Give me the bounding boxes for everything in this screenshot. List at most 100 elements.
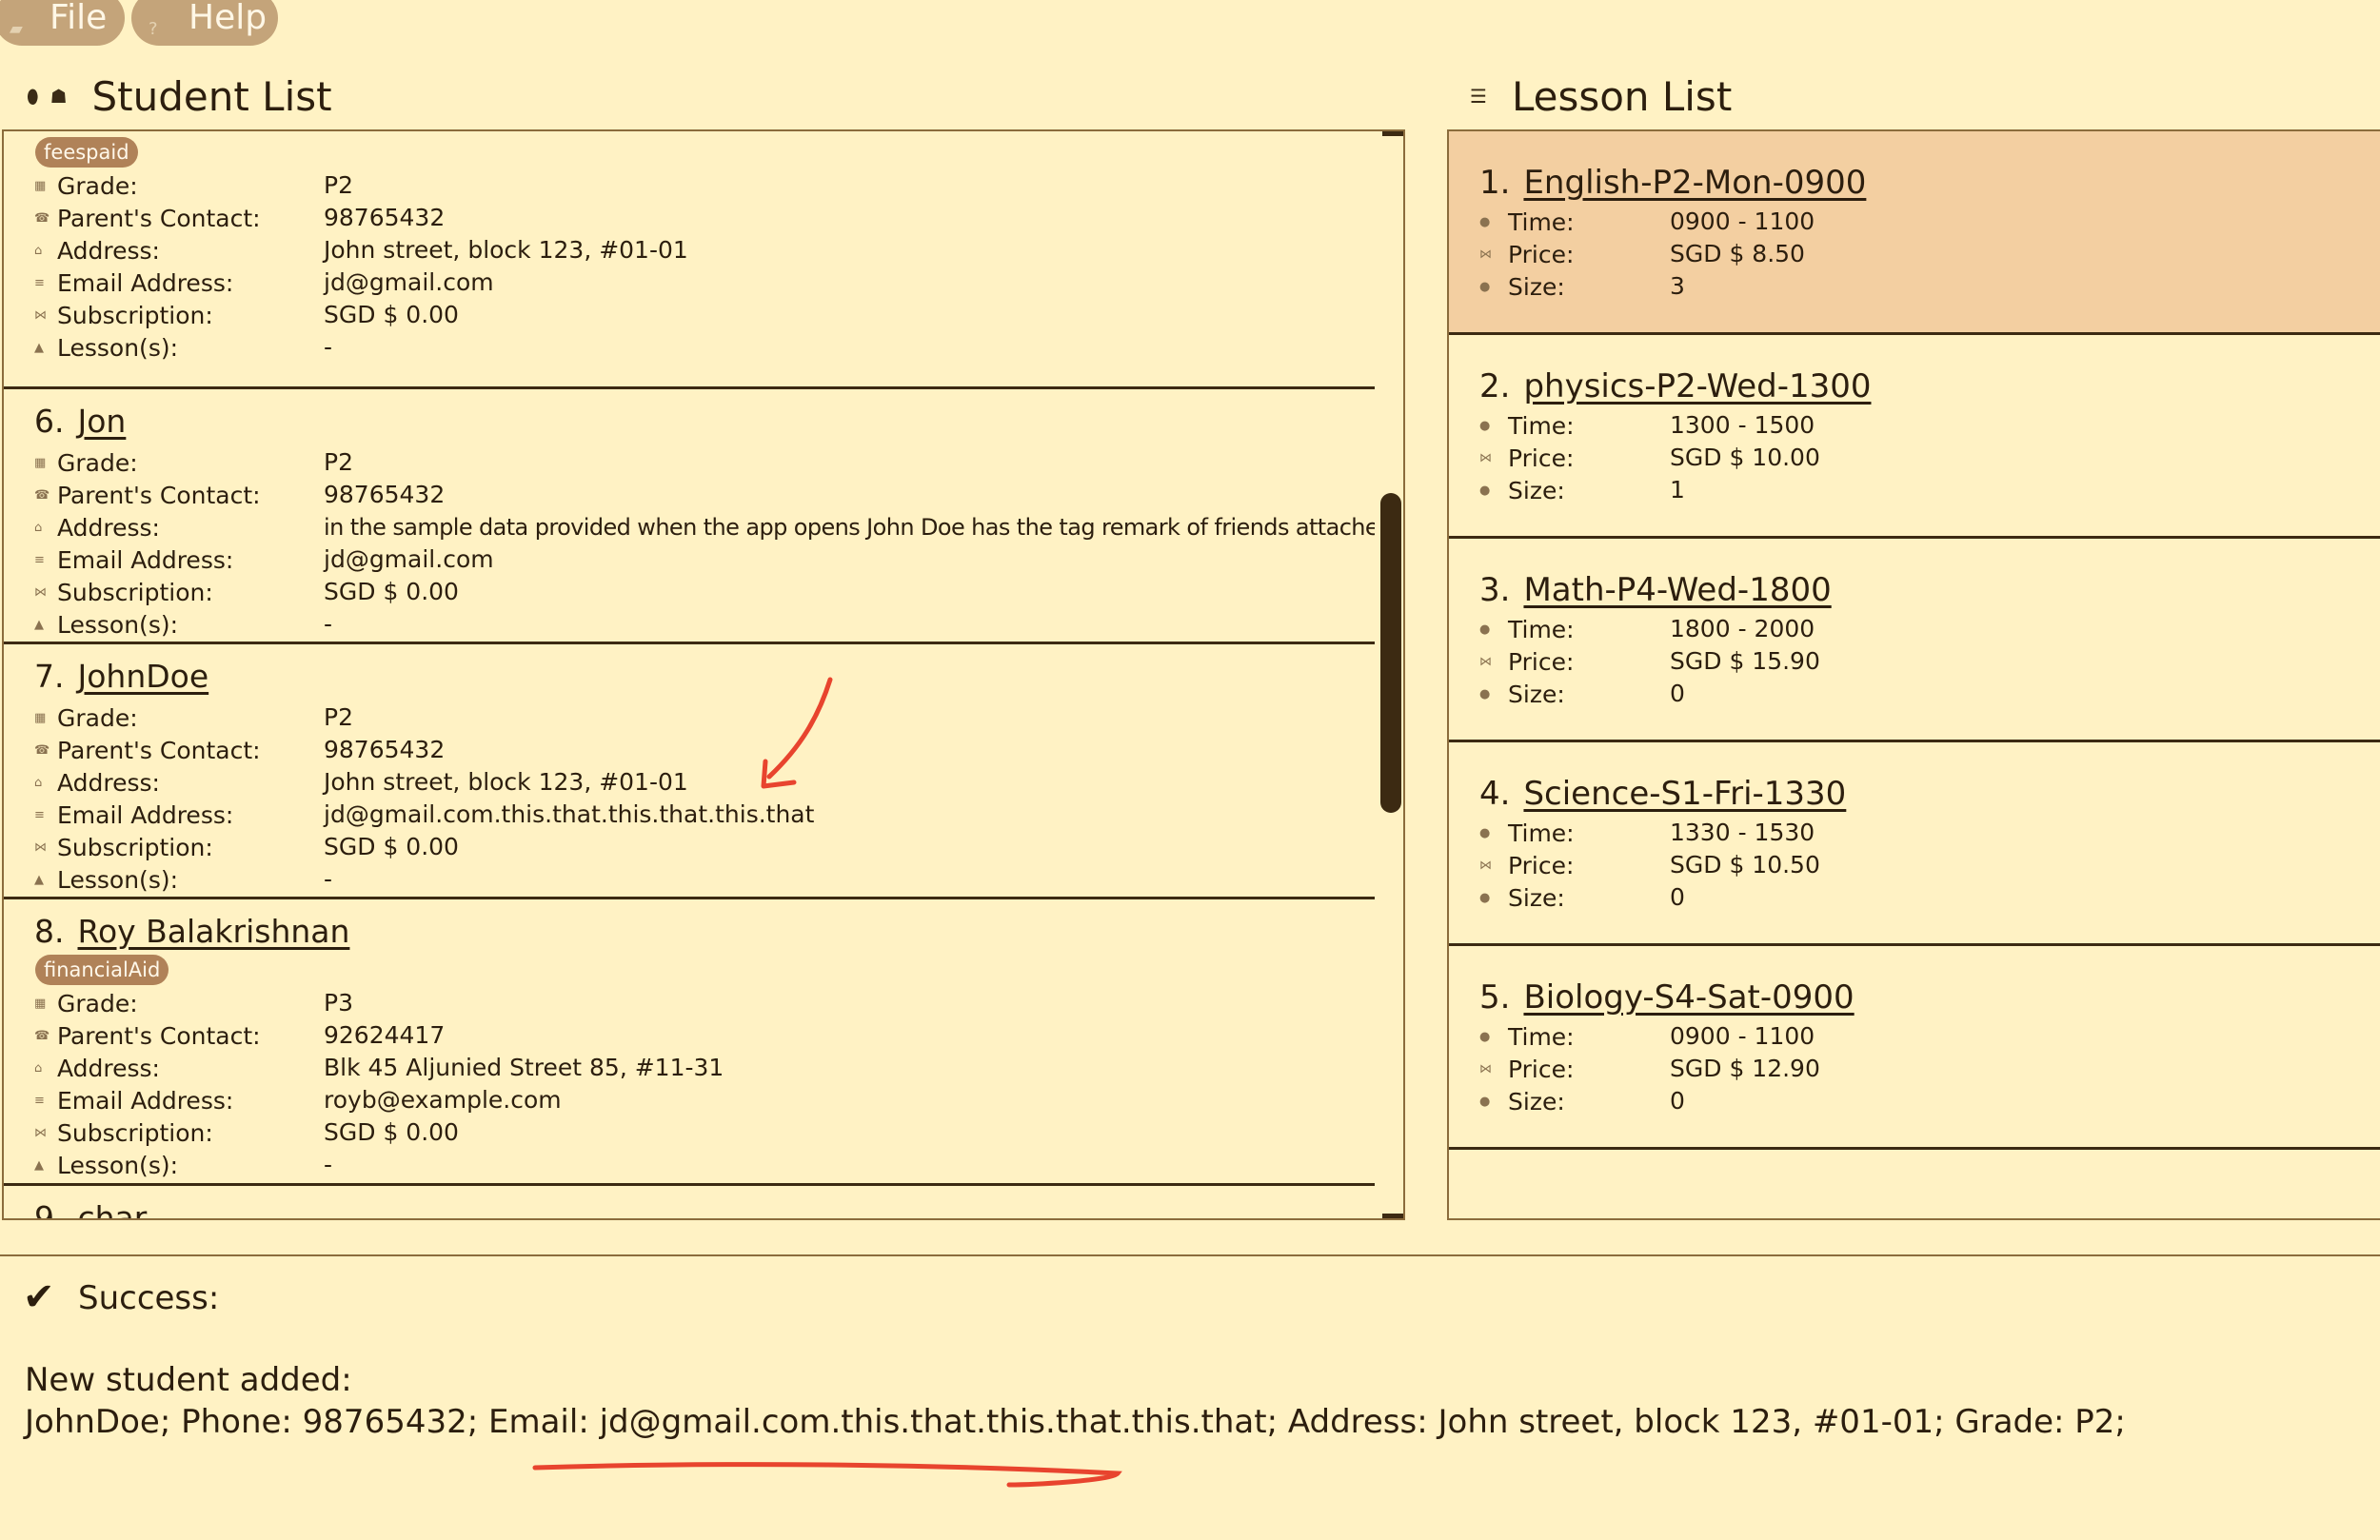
lessons-row: ▲ Lesson(s): -: [34, 1149, 332, 1181]
address-row: ⌂ Address: John street, block 123, #01-01: [34, 766, 688, 799]
time-row: ● Time: 1800 - 2000: [1479, 613, 1815, 645]
student-card[interactable]: 7. JohnDoe ▦ Grade: P2 ☎ Parent's Contact: 98…: [4, 644, 1375, 899]
money-icon: ⋈: [34, 1126, 47, 1140]
grade-row: ▦ Grade: P2: [34, 701, 353, 734]
money-icon: ⋈: [34, 585, 47, 600]
student-tag: financialAid: [35, 955, 169, 985]
student-card-header: 9. char: [34, 1199, 148, 1220]
grade-row: ▦ Grade: P3: [34, 987, 353, 1019]
jar-icon: ⬮: [27, 85, 39, 108]
time-row: ● Time: 0900 - 1100: [1479, 206, 1815, 238]
contact-row: ☎ Parent's Contact: 98765432: [34, 479, 445, 511]
email-row: ≡ Email Address: royb@example.com: [34, 1084, 562, 1116]
grade-icon: ▦: [34, 179, 47, 193]
lesson-card-header: 2. physics-P2-Wed-1300: [1479, 367, 1872, 405]
grade-row: ▦ Grade: P2: [34, 169, 353, 202]
lesson-card[interactable]: 4. Science-S1-Fri-1330 ● Time: 1330 - 1530 …: [1449, 742, 2380, 946]
clock-icon: ●: [1479, 1030, 1491, 1044]
lessons-row: ▲ Lesson(s): -: [34, 331, 332, 364]
student-name: Roy Balakrishnan: [77, 913, 350, 950]
lesson-name: physics-P2-Wed-1300: [1523, 367, 1872, 405]
student-list-title: Student List: [91, 72, 332, 120]
subscription-row: ⋈ Subscription: SGD $ 0.00: [34, 831, 459, 863]
size-icon: ●: [1479, 280, 1491, 294]
lesson-icon: ▲: [34, 1158, 44, 1173]
home-icon: ⌂: [34, 521, 43, 535]
lessons-row: ▲ Lesson(s): -: [34, 608, 332, 641]
student-name: JohnDoe: [77, 658, 209, 695]
money-icon: ⋈: [1479, 247, 1492, 262]
student-card[interactable]: 9. char: [4, 1186, 1375, 1220]
menu-help[interactable]: ? Help: [131, 0, 278, 46]
book-icon: ☰: [1470, 85, 1487, 108]
price-row: ⋈ Price: SGD $ 8.50: [1479, 238, 1805, 270]
result-display: ✔ Success: New student added: JohnDoe; P…: [0, 1254, 2380, 1540]
time-row: ● Time: 0900 - 1100: [1479, 1020, 1815, 1053]
time-row: ● Time: 1300 - 1500: [1479, 409, 1815, 442]
lesson-name: English-P2-Mon-0900: [1523, 164, 1867, 202]
email-icon: ≡: [34, 276, 45, 290]
lesson-name: Science-S1-Fri-1330: [1523, 775, 1847, 813]
lesson-card[interactable]: 3. Math-P4-Wed-1800 ● Time: 1800 - 2000 ⋈ Pr…: [1449, 539, 2380, 742]
price-row: ⋈ Price: SGD $ 15.90: [1479, 645, 1820, 678]
lesson-icon: ▲: [34, 341, 44, 355]
lesson-card[interactable]: 2. physics-P2-Wed-1300 ● Time: 1300 - 1500 …: [1449, 335, 2380, 539]
email-icon: ≡: [34, 1094, 45, 1108]
check-icon: ✔: [23, 1275, 55, 1319]
size-row: ● Size: 0: [1479, 881, 1685, 914]
home-icon: ⌂: [34, 1061, 43, 1076]
email-row: ≡ Email Address: jd@gmail.com: [34, 543, 494, 576]
address-row: ⌂ Address: in the sample data provided whe…: [34, 511, 1403, 543]
size-icon: ●: [1479, 1095, 1491, 1109]
size-row: ● Size: 0: [1479, 1085, 1685, 1117]
menu-help-label: Help: [188, 0, 268, 37]
phone-icon: ☎: [34, 743, 50, 758]
email-icon: ≡: [34, 553, 45, 567]
size-row: ● Size: 1: [1479, 474, 1685, 506]
size-row: ● Size: 0: [1479, 678, 1685, 710]
student-name: Jon: [77, 403, 127, 440]
price-row: ⋈ Price: SGD $ 10.00: [1479, 442, 1820, 474]
contact-row: ☎ Parent's Contact: 92624417: [34, 1019, 445, 1052]
time-row: ● Time: 1330 - 1530: [1479, 817, 1815, 849]
subscription-row: ⋈ Subscription: SGD $ 0.00: [34, 299, 459, 331]
student-card-header: 6. Jon: [34, 403, 127, 440]
result-message-line1: New student added:: [25, 1361, 352, 1399]
grade-icon: ▦: [34, 456, 47, 470]
clock-icon: ●: [1479, 622, 1491, 637]
home-icon: ⌂: [34, 244, 43, 258]
email-icon: ≡: [34, 808, 45, 822]
price-row: ⋈ Price: SGD $ 12.90: [1479, 1053, 1820, 1085]
scrollbar-thumb[interactable]: [1380, 493, 1401, 813]
student-card[interactable]: 8. Roy Balakrishnan financialAid ▦ Grade: P…: [4, 899, 1375, 1186]
phone-icon: ☎: [34, 1029, 50, 1043]
student-list-scroll: feespaid ▦ Grade: P2 ☎ Parent's Contact: 987…: [4, 131, 1403, 1220]
lesson-list-panel[interactable]: 1. English-P2-Mon-0900 ● Time: 0900 - 1100 …: [1447, 129, 2380, 1220]
lesson-card[interactable]: 1. English-P2-Mon-0900 ● Time: 0900 - 1100 …: [1449, 131, 2380, 335]
lesson-card[interactable]: 5. Biology-S4-Sat-0900 ● Time: 0900 - 1100 …: [1449, 946, 2380, 1150]
contact-row: ☎ Parent's Contact: 98765432: [34, 734, 445, 766]
address-row: ⌂ Address: John street, block 123, #01-01: [34, 234, 688, 267]
student-card[interactable]: 6. Jon ▦ Grade: P2 ☎ Parent's Contact: 987654…: [4, 389, 1403, 644]
student-card[interactable]: feespaid ▦ Grade: P2 ☎ Parent's Contact: 987…: [4, 131, 1375, 389]
money-icon: ⋈: [1479, 1062, 1492, 1076]
size-icon: ●: [1479, 687, 1491, 701]
lesson-name: Math-P4-Wed-1800: [1523, 571, 1832, 609]
money-icon: ⋈: [34, 308, 47, 323]
lesson-list-header: ☰ Lesson List: [1470, 67, 1732, 126]
phone-icon: ☎: [34, 488, 50, 503]
student-list-panel[interactable]: feespaid ▦ Grade: P2 ☎ Parent's Contact: 987…: [2, 129, 1405, 1220]
student-list-header: ⬮ ☗ Student List: [27, 67, 332, 126]
lesson-list-title: Lesson List: [1511, 72, 1733, 120]
size-row: ● Size: 3: [1479, 270, 1685, 303]
home-icon: ⌂: [34, 776, 43, 790]
help-icon: ?: [149, 19, 158, 39]
lesson-icon: ▲: [34, 618, 44, 632]
menu-file[interactable]: ▰ File: [0, 0, 125, 46]
subscription-row: ⋈ Subscription: SGD $ 0.00: [34, 1116, 459, 1149]
email-row: ≡ Email Address: jd@gmail.com.this.that.th…: [34, 799, 814, 831]
student-tag: feespaid: [35, 137, 138, 168]
student-name: char: [77, 1199, 148, 1220]
lesson-card-header: 4. Science-S1-Fri-1330: [1479, 775, 1847, 813]
address-row: ⌂ Address: Blk 45 Aljunied Street 85, #11-…: [34, 1052, 724, 1084]
